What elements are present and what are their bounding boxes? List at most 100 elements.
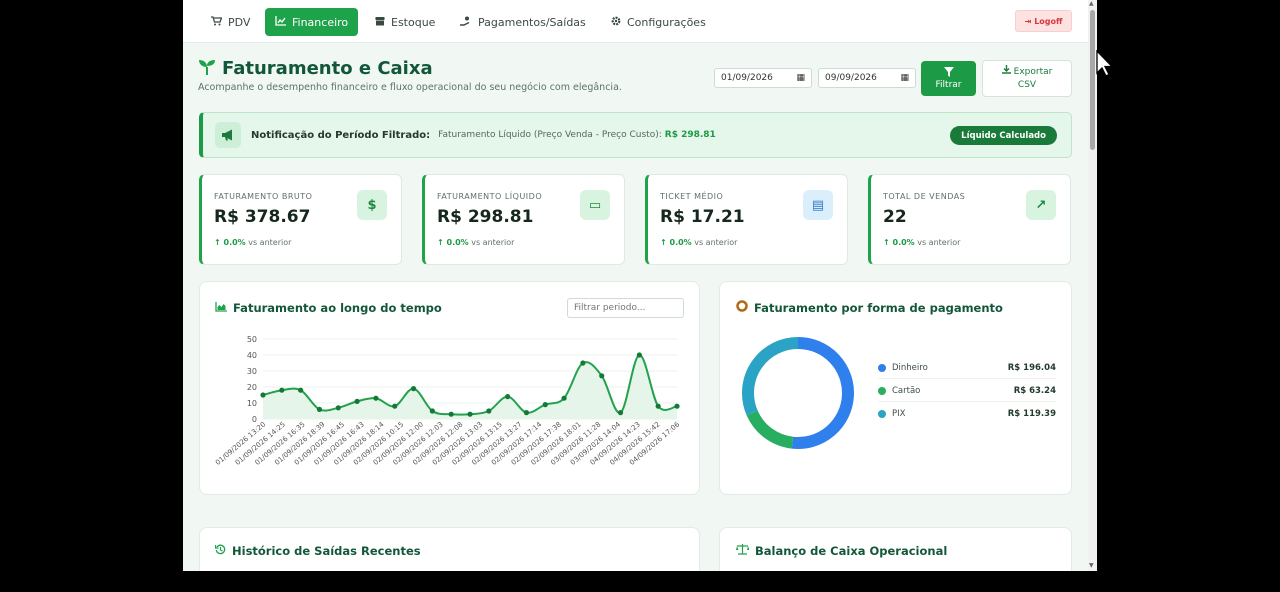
data-point <box>392 403 398 409</box>
megaphone-icon <box>215 122 241 148</box>
page-subtitle: Acompanhe o desempenho financeiro e flux… <box>198 82 622 93</box>
kpi-delta-value: 0.0% <box>669 238 692 247</box>
card-title-text: Balanço de Caixa Operacional <box>755 544 948 558</box>
kpi-card-gross-revenue: FATURAMENTO BRUTO R$ 378.67 ↑ 0.0% vs an… <box>199 174 402 265</box>
y-tick-label: 30 <box>247 367 257 376</box>
data-point <box>655 403 661 409</box>
calendar-icon[interactable]: ▦ <box>900 73 909 83</box>
nav-item-label: Financeiro <box>292 15 349 29</box>
date-to-input[interactable]: 09/09/2026 ▦ <box>818 68 916 88</box>
donut-slice-pix <box>742 337 799 416</box>
data-point <box>260 392 266 398</box>
filter-button[interactable]: Filtrar <box>921 61 976 96</box>
data-point <box>316 406 323 412</box>
cash-balance-card: Balanço de Caixa Operacional <box>719 527 1072 571</box>
nav-item-label: Pagamentos/Saídas <box>478 15 586 29</box>
kpi-delta: ↑ 0.0% vs anterior <box>214 238 292 247</box>
receipt-icon: ▤ <box>803 190 833 220</box>
y-tick-label: 20 <box>247 383 257 392</box>
hand-money-icon <box>460 16 472 29</box>
kpi-value: R$ 298.81 <box>437 207 534 227</box>
legend-item-dinheiro: Dinheiro R$ 196.04 <box>878 357 1056 379</box>
kpi-delta: ↑ 0.0% vs anterior <box>660 238 738 247</box>
scale-icon <box>736 544 750 558</box>
data-point <box>298 387 304 393</box>
revenue-over-time-card: Faturamento ao longo do tempo 0102030405… <box>199 281 700 495</box>
data-point <box>561 395 567 401</box>
legend-dot <box>878 410 886 418</box>
page-scrollbar[interactable]: ▲ ▼ <box>1088 0 1097 571</box>
data-point <box>580 360 586 366</box>
notification-value: R$ 298.81 <box>664 130 716 140</box>
app-viewport: PDV Financeiro Estoque Pagamentos/Saídas… <box>183 0 1097 571</box>
filter-label: Filtrar <box>935 80 962 90</box>
data-point <box>429 408 435 414</box>
kpi-card-net-revenue: FATURAMENTO LÍQUIDO R$ 298.81 ↑ 0.0% vs … <box>422 174 625 265</box>
legend-name: PIX <box>892 409 906 419</box>
nav-item-configuracoes[interactable]: Configurações <box>601 8 716 36</box>
page-title: Faturamento e Caixa <box>198 58 433 79</box>
trend-chart-icon: ↗ <box>1026 190 1056 220</box>
data-point <box>599 373 605 379</box>
export-label-2: CSV <box>1017 80 1037 90</box>
funnel-icon <box>943 67 954 80</box>
logoff-button[interactable]: ⇥ Logoff <box>1015 10 1072 32</box>
data-point <box>279 387 285 393</box>
scrollbar-thumb[interactable] <box>1090 10 1095 150</box>
data-point <box>335 405 341 411</box>
money-bill-icon: ▭ <box>580 190 610 220</box>
cart-icon <box>211 15 223 29</box>
data-point <box>354 398 360 404</box>
notification-banner: Notificação do Período Filtrado: Faturam… <box>199 112 1072 158</box>
nav-item-pagamentos[interactable]: Pagamentos/Saídas <box>450 8 596 36</box>
kpi-label: FATURAMENTO BRUTO <box>214 192 313 201</box>
payment-donut-chart <box>742 337 854 449</box>
nav-item-estoque[interactable]: Estoque <box>365 8 445 36</box>
card-title: Balanço de Caixa Operacional <box>736 544 947 558</box>
legend-name: Dinheiro <box>892 362 928 373</box>
nav-item-pdv[interactable]: PDV <box>201 8 260 36</box>
donut-slice-cartão <box>746 410 794 449</box>
data-point <box>486 408 492 414</box>
seedling-icon <box>198 59 216 79</box>
legend-item-cartao: Cartão R$ 63.24 <box>878 380 1056 402</box>
nav-item-label: PDV <box>228 15 251 29</box>
date-from-input[interactable]: 01/09/2026 ▦ <box>714 68 812 88</box>
mouse-cursor-icon <box>1096 50 1114 77</box>
y-tick-label: 10 <box>247 399 257 408</box>
data-point <box>505 394 511 400</box>
calendar-icon[interactable]: ▦ <box>796 73 805 83</box>
data-point <box>523 410 530 416</box>
legend-dot <box>878 386 886 395</box>
kpi-delta-suffix: vs anterior <box>917 238 961 247</box>
donut-slice-dinheiro <box>791 337 854 449</box>
export-label-1: Exportar <box>1013 66 1053 77</box>
notification-desc: Faturamento Líquido (Preço Venda - Preço… <box>438 130 662 140</box>
y-tick-label: 0 <box>252 415 257 424</box>
scroll-down-arrow[interactable]: ▼ <box>1089 563 1094 569</box>
card-title: Faturamento por forma de pagamento <box>736 300 1003 315</box>
data-point <box>373 395 379 401</box>
kpi-delta-suffix: vs anterior <box>248 238 292 247</box>
data-point <box>410 386 417 392</box>
scroll-up-arrow[interactable]: ▲ <box>1089 1 1094 7</box>
card-title-text: Histórico de Saídas Recentes <box>232 544 421 558</box>
series-line <box>262 353 678 416</box>
download-icon <box>1001 65 1011 79</box>
legend-item-pix: PIX R$ 119.39 <box>878 403 1056 425</box>
date-to-value: 09/09/2026 <box>825 73 877 83</box>
legend-value: R$ 119.39 <box>1007 409 1056 419</box>
nav-item-label: Configurações <box>627 15 706 29</box>
card-title-text: Faturamento por forma de pagamento <box>754 300 1003 315</box>
nav-item-financeiro[interactable]: Financeiro <box>265 8 359 36</box>
kpi-delta: ↑ 0.0% vs anterior <box>437 238 515 247</box>
logout-icon: ⇥ <box>1024 16 1032 26</box>
kpi-label: TOTAL DE VENDAS <box>883 192 966 201</box>
kpi-delta-value: 0.0% <box>446 238 469 247</box>
export-csv-button[interactable]: Exportar CSV <box>982 60 1072 97</box>
legend-name: Cartão <box>892 385 921 396</box>
kpi-delta-suffix: vs anterior <box>694 238 738 247</box>
data-point <box>542 402 548 408</box>
data-point <box>636 352 642 358</box>
kpi-delta-value: 0.0% <box>892 238 915 247</box>
